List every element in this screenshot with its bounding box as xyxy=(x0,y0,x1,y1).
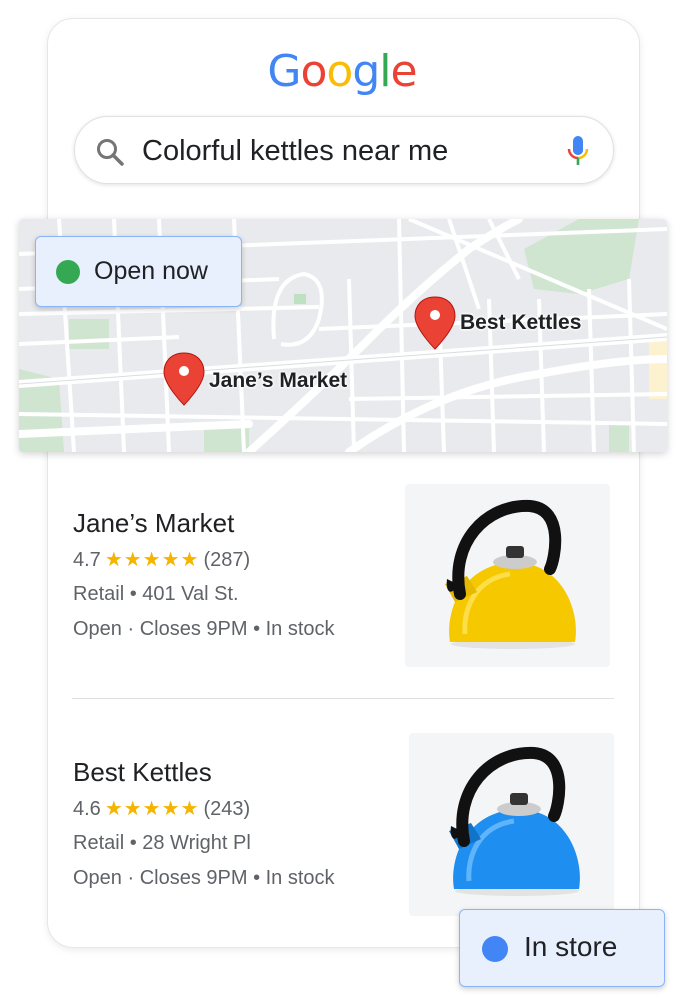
star-rating-icon: ★★★★★ xyxy=(104,798,200,820)
kettle-icon xyxy=(445,499,576,649)
business-status: Open · Closes 9PM • In stock xyxy=(73,867,335,889)
rating: 4.6 ★★★★★ (243) xyxy=(73,798,251,820)
business-category: Retail • 401 Val St. xyxy=(73,583,239,605)
business-name[interactable]: Jane’s Market xyxy=(73,508,234,539)
star-rating-icon: ★★★★★ xyxy=(104,549,200,571)
status-dot-icon xyxy=(56,260,80,284)
kettle-icon xyxy=(449,746,580,896)
business-status: Open · Closes 9PM • In stock xyxy=(73,618,335,640)
divider xyxy=(72,698,614,699)
map-pin-label[interactable]: Jane’s Market xyxy=(209,369,347,393)
search-input[interactable]: Colorful kettles near me xyxy=(142,133,448,169)
search-icon[interactable] xyxy=(95,137,125,167)
search-bar[interactable]: Colorful kettles near me xyxy=(74,116,614,184)
open-now-filter-chip[interactable]: Open now xyxy=(35,236,242,307)
microphone-icon[interactable] xyxy=(563,133,593,169)
product-image-blue-kettle[interactable] xyxy=(409,733,614,916)
business-category: Retail • 28 Wright Pl xyxy=(73,832,251,854)
product-image-yellow-kettle[interactable] xyxy=(405,484,610,667)
business-name[interactable]: Best Kettles xyxy=(73,757,212,788)
google-logo: Google xyxy=(267,46,417,97)
map-pin-label[interactable]: Best Kettles xyxy=(460,311,581,335)
in-store-filter-chip[interactable]: In store xyxy=(459,909,665,987)
filter-chip-label: In store xyxy=(524,931,618,962)
rating: 4.7 ★★★★★ (287) xyxy=(73,549,251,571)
status-dot-icon xyxy=(482,936,508,962)
filter-chip-label: Open now xyxy=(94,257,208,285)
